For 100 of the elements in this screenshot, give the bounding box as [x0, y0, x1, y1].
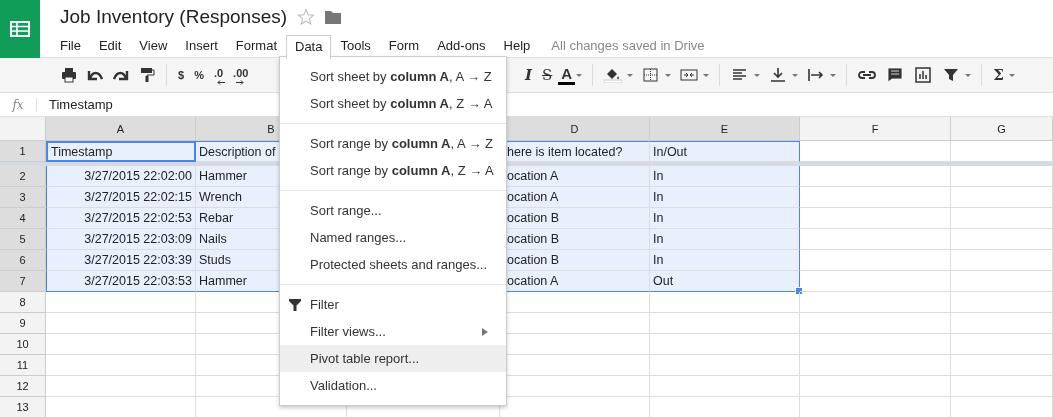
row-header[interactable]: 2 [0, 166, 46, 187]
table-cell[interactable] [650, 292, 800, 313]
menu-item[interactable]: Insert [176, 33, 227, 58]
table-cell[interactable] [951, 271, 1053, 292]
menu-item[interactable]: Form [379, 33, 429, 58]
table-cell[interactable] [951, 292, 1053, 313]
table-cell[interactable] [650, 334, 800, 355]
text-color-button[interactable]: A [558, 65, 576, 85]
menu-item[interactable]: Pivot table report... [280, 345, 506, 372]
menu-item[interactable]: Validation... [280, 372, 506, 399]
table-cell[interactable] [800, 292, 951, 313]
table-cell[interactable] [951, 313, 1053, 334]
menu-item[interactable]: Data [286, 35, 332, 59]
menu-item[interactable]: View [130, 33, 177, 58]
table-cell[interactable] [800, 166, 951, 187]
caret-icon[interactable] [576, 73, 583, 77]
table-cell[interactable]: Out [650, 271, 800, 292]
table-cell[interactable]: In [650, 208, 800, 229]
table-cell[interactable] [46, 292, 196, 313]
table-cell[interactable] [46, 376, 196, 397]
table-cell[interactable]: 3/27/2015 22:03:09 [46, 229, 196, 250]
table-cell[interactable]: 3/27/2015 22:02:00 [46, 166, 196, 187]
fill-handle[interactable] [795, 287, 803, 295]
table-cell[interactable] [800, 355, 951, 376]
caret-icon[interactable] [830, 73, 837, 77]
table-cell[interactable] [650, 376, 800, 397]
menu-item[interactable]: Add-ons [428, 33, 495, 58]
row-header[interactable]: 3 [0, 187, 46, 208]
decimal-button[interactable]: .0 [209, 63, 228, 87]
row-header[interactable]: 12 [0, 376, 46, 397]
table-cell[interactable]: Timestamp [46, 141, 196, 162]
format-button[interactable]: Σ [989, 63, 1008, 87]
column-header[interactable]: E [650, 117, 800, 141]
table-cell[interactable] [800, 334, 951, 355]
table-cell[interactable] [951, 187, 1053, 208]
formula-field[interactable]: Timestamp [45, 95, 117, 114]
row-header[interactable]: 6 [0, 250, 46, 271]
caret-icon[interactable] [965, 73, 972, 77]
column-header[interactable]: A [46, 117, 196, 141]
table-cell[interactable] [800, 271, 951, 292]
menu-item[interactable]: Tools [331, 33, 380, 58]
table-cell[interactable]: 3/27/2015 22:03:39 [46, 250, 196, 271]
menu-item[interactable]: Edit [89, 33, 131, 58]
table-cell[interactable] [951, 355, 1053, 376]
row-header[interactable]: 11 [0, 355, 46, 376]
table-cell[interactable] [650, 355, 800, 376]
table-cell[interactable] [951, 334, 1053, 355]
table-cell[interactable] [650, 313, 800, 334]
menu-item[interactable]: Format [226, 33, 286, 58]
caret-icon[interactable] [703, 73, 710, 77]
table-cell[interactable]: 3/27/2015 22:03:53 [46, 271, 196, 292]
table-cell[interactable]: In [650, 166, 800, 187]
table-cell[interactable]: In [650, 229, 800, 250]
row-header[interactable]: 8 [0, 292, 46, 313]
row-header[interactable]: 13 [0, 397, 46, 417]
table-cell[interactable] [800, 187, 951, 208]
table-cell[interactable]: In/Out [650, 141, 800, 162]
decimal-button[interactable]: .00 [229, 63, 253, 87]
row-header[interactable]: 10 [0, 334, 46, 355]
document-title[interactable]: Job Inventory (Responses) [60, 6, 288, 28]
table-cell[interactable] [800, 376, 951, 397]
menu-item[interactable]: Help [494, 33, 540, 58]
sheets-logo-icon[interactable] [0, 0, 40, 58]
table-cell[interactable] [951, 229, 1053, 250]
row-header[interactable]: 4 [0, 208, 46, 229]
format-button[interactable]: S [538, 63, 557, 87]
table-cell[interactable]: 3/27/2015 22:02:53 [46, 208, 196, 229]
row-header[interactable]: 9 [0, 313, 46, 334]
column-header[interactable]: G [951, 117, 1053, 141]
menu-item[interactable]: Sort sheet by column A, Z → A [280, 90, 506, 117]
table-cell[interactable] [46, 334, 196, 355]
row-header[interactable]: 5 [0, 229, 46, 250]
table-cell[interactable] [46, 313, 196, 334]
menu-item[interactable]: File [51, 33, 90, 58]
format-button[interactable]: $ [174, 63, 189, 87]
table-cell[interactable] [951, 166, 1053, 187]
caret-icon[interactable] [754, 73, 761, 77]
table-cell[interactable] [800, 208, 951, 229]
column-header[interactable]: F [800, 117, 951, 141]
select-all-corner[interactable] [0, 117, 46, 141]
table-cell[interactable]: In [650, 187, 800, 208]
format-button[interactable]: % [190, 63, 208, 87]
row-header[interactable]: 7 [0, 271, 46, 292]
star-icon[interactable] [297, 8, 316, 26]
table-cell[interactable] [951, 208, 1053, 229]
table-cell[interactable] [951, 376, 1053, 397]
table-cell[interactable] [951, 250, 1053, 271]
row-header[interactable]: 1 [0, 141, 46, 162]
table-cell[interactable] [800, 250, 951, 271]
table-cell[interactable] [46, 355, 196, 376]
menu-item[interactable]: Filter views... [280, 318, 506, 345]
menu-item[interactable]: Filter [280, 291, 506, 318]
table-cell[interactable]: 3/27/2015 22:02:15 [46, 187, 196, 208]
caret-icon[interactable] [627, 73, 634, 77]
table-cell[interactable] [800, 229, 951, 250]
format-button[interactable]: I [521, 63, 537, 87]
table-cell[interactable] [800, 313, 951, 334]
caret-icon[interactable] [1008, 73, 1015, 77]
table-cell[interactable]: In [650, 250, 800, 271]
menu-item[interactable]: Sort sheet by column A, A → Z [280, 63, 506, 90]
